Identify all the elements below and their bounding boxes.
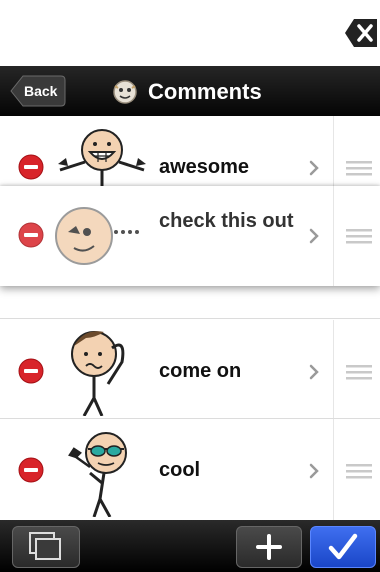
back-button-label: Back: [24, 83, 58, 99]
chevron-right-icon[interactable]: [306, 158, 322, 178]
list-item[interactable]: awesome: [0, 116, 380, 186]
minus-circle-icon[interactable]: [18, 222, 44, 248]
row-divider: [333, 320, 334, 418]
row-divider: [333, 419, 334, 520]
copy-button[interactable]: [12, 526, 80, 568]
chevron-right-icon[interactable]: [306, 226, 322, 246]
comment-list: awesome come on cool: [0, 116, 380, 520]
comments-face-icon: [113, 80, 137, 104]
list-item[interactable]: cool: [0, 419, 380, 520]
minus-circle-icon[interactable]: [18, 457, 44, 483]
minus-circle-icon[interactable]: [18, 154, 44, 180]
list-item-dragging[interactable]: check this out: [0, 186, 380, 286]
list-item-label: come on: [159, 360, 242, 382]
cool-pictogram: [68, 432, 127, 517]
reorder-handle-icon[interactable]: [346, 362, 372, 382]
copy-pages-icon: [29, 532, 61, 560]
back-button[interactable]: Back: [10, 75, 66, 107]
list-item-label: check this out: [159, 210, 294, 232]
row-separator: [0, 318, 380, 319]
chevron-right-icon[interactable]: [306, 362, 322, 382]
page-title-group: Comments: [112, 78, 262, 106]
list-item-label: cool: [159, 459, 201, 481]
list-item-label: awesome: [159, 156, 250, 178]
come-on-pictogram: [71, 331, 125, 416]
done-button[interactable]: [310, 526, 376, 568]
page-title: Comments: [148, 79, 262, 104]
top-input-area: [0, 0, 380, 67]
reorder-handle-icon[interactable]: [346, 226, 372, 246]
check-this-out-pictogram: [55, 207, 139, 265]
add-button[interactable]: [236, 526, 302, 568]
awesome-pictogram: [58, 129, 146, 186]
reorder-handle-icon[interactable]: [346, 158, 372, 178]
backspace-x-icon[interactable]: [344, 18, 378, 48]
row-divider: [333, 186, 334, 286]
checkmark-icon: [328, 533, 358, 560]
reorder-handle-icon[interactable]: [346, 461, 372, 481]
list-item[interactable]: come on: [0, 320, 380, 418]
row-divider: [333, 116, 334, 186]
plus-icon: [256, 534, 282, 560]
chevron-right-icon[interactable]: [306, 461, 322, 481]
minus-circle-icon[interactable]: [18, 358, 44, 384]
